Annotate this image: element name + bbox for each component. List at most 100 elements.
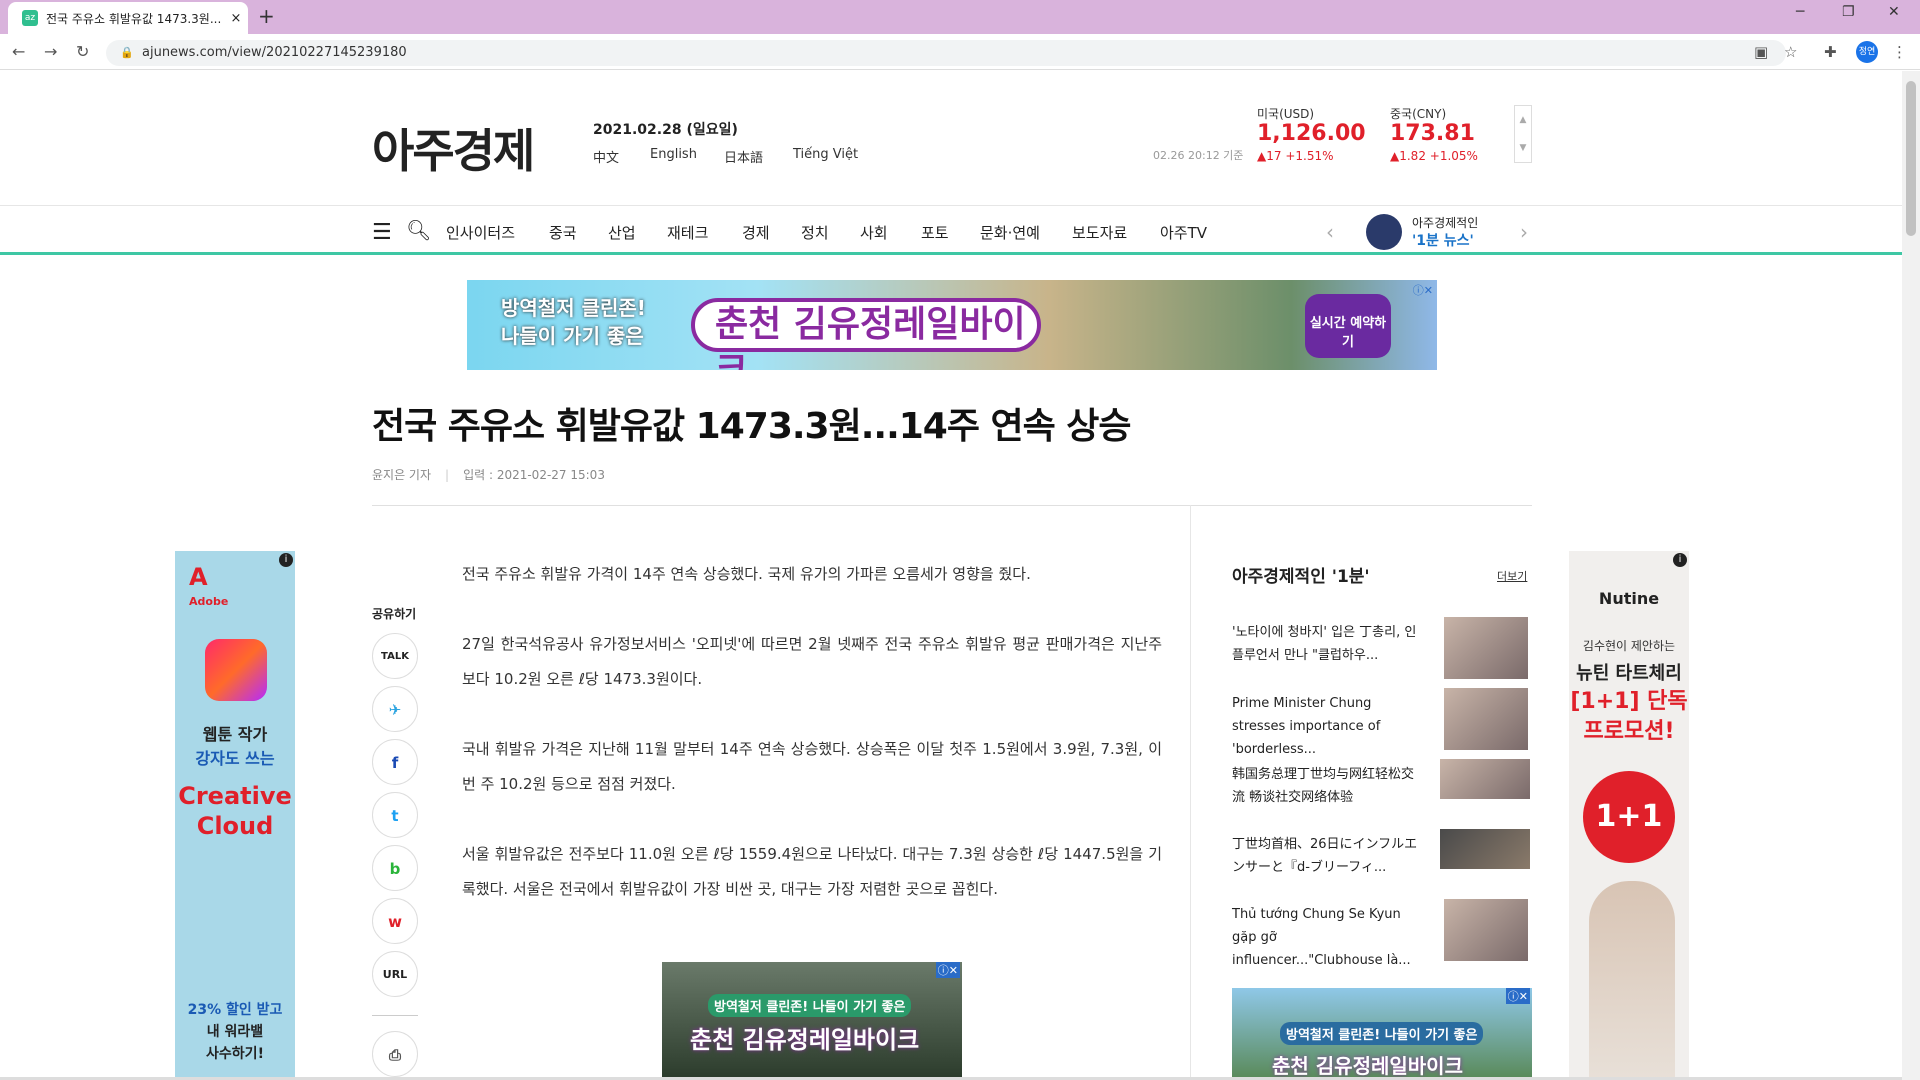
fx-scroll-control[interactable]: ▲ ▼ [1514,105,1532,163]
url-copy-button[interactable]: URL [372,951,418,997]
top-banner-ad[interactable]: 방역철저 클린존! 나들이 가기 좋은 춘천 김유정레일바이크 실시간 예약하기… [467,280,1437,370]
nav-item-politics[interactable]: 정치 [801,222,829,243]
new-tab-button[interactable]: + [258,4,275,28]
back-icon[interactable]: ← [12,42,25,61]
inline-article-ad[interactable]: 방역철저 클린존! 나들이 가기 좋은 춘천 김유정레일바이크 ⓘ✕ [662,962,962,1080]
ad-info-icon[interactable]: i [279,553,293,567]
ad-info-icon[interactable]: i [1673,553,1687,567]
window-close-icon[interactable]: ✕ [1888,4,1900,20]
lang-link-japanese[interactable]: 日本語 [724,147,763,166]
ad-tagline-line2: 나들이 가기 좋은 [501,324,644,348]
tab-close-icon[interactable]: × [224,11,248,26]
site-favicon-icon: az [22,10,38,26]
fx-cny-label: 중국(CNY) [1390,107,1447,121]
search-icon[interactable]: 🔍︎ [406,218,431,242]
cast-icon[interactable]: ▣ [1754,43,1768,61]
facebook-share-button[interactable]: f [372,739,418,785]
web-page: 아주경제 2021.02.28 (일요일) 中文 English 日本語 Tiế… [0,71,1902,1080]
ad-product: 뉴틴 타트체리 [1576,663,1682,684]
ad-line: 웹툰 작가 강자도 쓰는 [175,723,295,771]
right-skyscraper-ad[interactable]: i Nutine 김수현이 제안하는 뉴틴 타트체리 [1+1] 단독 프로모션… [1569,551,1689,1080]
nav-item-society[interactable]: 사회 [860,222,888,243]
one-minute-news-label[interactable]: 아주경제적인 [1412,214,1478,231]
restore-icon[interactable]: ❐ [1842,4,1855,20]
sidebar-ad[interactable]: 방역철저 클린존! 나들이 가기 좋은 춘천 김유정레일바이크 ⓘ✕ [1232,988,1532,1078]
site-logo[interactable]: 아주경제 [372,115,535,181]
page-scrollbar[interactable] [1902,71,1920,1080]
ad-choices-icon[interactable]: ⓘ✕ [1413,282,1433,298]
twitter-share-button[interactable]: t [372,792,418,838]
ad-choices-icon[interactable]: ⓘ✕ [1505,988,1530,1004]
one-minute-news-title[interactable]: '1분 뉴스' [1412,230,1474,250]
telegram-share-button[interactable]: ✈ [372,686,418,732]
fx-cny-value: 173.81 [1390,121,1475,146]
nav-item-ajutv[interactable]: 아주TV [1160,222,1207,243]
ad-badge: 1+1 [1583,771,1675,863]
sidebar-news-thumbnail [1444,617,1528,679]
sidebar-news-title: Thủ tướng Chung Se Kyun gặp gỡ influence… [1232,907,1411,968]
nav-item-photo[interactable]: 포토 [921,222,949,243]
menu-dots-icon[interactable]: ⋮ [1892,43,1907,61]
nav-item-culture[interactable]: 문화·연예 [980,222,1040,243]
share-divider [372,1015,418,1016]
sidebar-news-item[interactable]: Prime Minister Chung stresses importance… [1232,688,1532,757]
nav-item-industry[interactable]: 산업 [608,222,636,243]
profile-avatar[interactable]: 정연 [1856,41,1878,63]
kakaotalk-share-button[interactable]: TALK [372,633,418,679]
current-date: 2021.02.28 (일요일) [593,122,738,138]
minimize-icon[interactable]: ─ [1796,4,1804,20]
ad-choices-icon[interactable]: ⓘ✕ [935,962,960,978]
url-field[interactable]: 🔒 ajunews.com/view/20210227145239180 [106,40,1786,66]
bookmark-star-icon[interactable]: ☆ [1784,43,1797,61]
nav-item-press[interactable]: 보도자료 [1072,222,1127,243]
ad-brand: Adobe [189,595,229,608]
fx-cny-change: ▲1.82 +1.05% [1390,149,1478,163]
nav-item-economy[interactable]: 경제 [742,222,770,243]
print-button[interactable]: ⎙ [372,1031,418,1077]
adobe-logo-icon: A [189,563,208,591]
divider [372,505,1532,506]
chevron-up-icon[interactable]: ▲ [1515,106,1531,134]
nav-item-insiders[interactable]: 인사이터즈 [446,222,515,243]
lang-link-chinese[interactable]: 中文 [593,147,619,166]
sidebar-news-item[interactable]: '노타이에 청바지' 입은 丁총리, 인플루언서 만나 "클럽하우... [1232,617,1532,681]
fx-usd-change: ▲17 +1.51% [1257,149,1334,163]
share-label: 공유하기 [372,607,417,621]
ad-model-image [1589,881,1675,1080]
reload-icon[interactable]: ↻ [76,42,89,61]
lang-link-vietnamese[interactable]: Tiếng Việt [793,147,858,162]
band-share-button[interactable]: b [372,845,418,891]
left-skyscraper-ad[interactable]: i A Adobe 웹툰 작가 강자도 쓰는 Creative Cloud 23… [175,551,295,1080]
lang-link-english[interactable]: English [650,147,697,162]
column-divider [1190,505,1191,1080]
tab-bar: az 전국 주유소 휘발유값 1473.3원... × + ─ ❐ ✕ [0,0,1920,34]
sidebar-news-item[interactable]: 丁世均首相、26日にインフルエンサーと『d-ブリーフィ... [1232,829,1532,893]
chevron-right-icon[interactable]: › [1520,220,1528,244]
one-minute-news-thumbnail[interactable] [1366,214,1402,250]
address-bar-row: ← → ↻ 🔒 ajunews.com/view/202102271452391… [0,34,1920,70]
scrollbar-thumb[interactable] [1906,81,1916,236]
nav-item-finance[interactable]: 재테크 [667,222,708,243]
nav-item-china[interactable]: 중국 [549,222,577,243]
weibo-share-button[interactable]: w [372,898,418,944]
sidebar-news-title: Prime Minister Chung stresses importance… [1232,696,1381,757]
main-nav: ☰ 🔍︎ 인사이터즈 중국 산업 재테크 경제 정치 사회 포토 문화·연예 보… [0,205,1902,255]
extensions-icon[interactable]: ✚ [1824,43,1837,61]
chevron-down-icon[interactable]: ▼ [1515,134,1531,162]
ad-brand: Nutine [1598,589,1660,608]
hamburger-menu-icon[interactable]: ☰ [372,220,392,245]
sidebar-news-title: 丁世均首相、26日にインフルエンサーと『d-ブリーフィ... [1232,837,1418,875]
chevron-left-icon[interactable]: ‹ [1326,220,1334,244]
sidebar-news-thumbnail [1440,759,1530,799]
ad-reserve-button[interactable]: 실시간 예약하기 [1305,294,1391,358]
ad-cta: 23% 할인 받고 내 워라밸 사수하기! [175,999,295,1065]
sidebar-news-item[interactable]: 韩国务总理丁世均与网红轻松交流 畅谈社交网络体验 [1232,759,1532,823]
forward-icon[interactable]: → [44,42,57,61]
sidebar-news-item[interactable]: Thủ tướng Chung Se Kyun gặp gỡ influence… [1232,899,1532,968]
url-text: ajunews.com/view/20210227145239180 [142,45,407,60]
sidebar-more-link[interactable]: 더보기 [1497,568,1527,584]
browser-tab[interactable]: az 전국 주유소 휘발유값 1473.3원... × [8,2,248,34]
article-author[interactable]: 윤지은 기자 [372,468,431,482]
ad-line-b: 강자도 쓰는 [195,749,275,768]
ad-line-a: 웹툰 작가 [202,725,268,744]
